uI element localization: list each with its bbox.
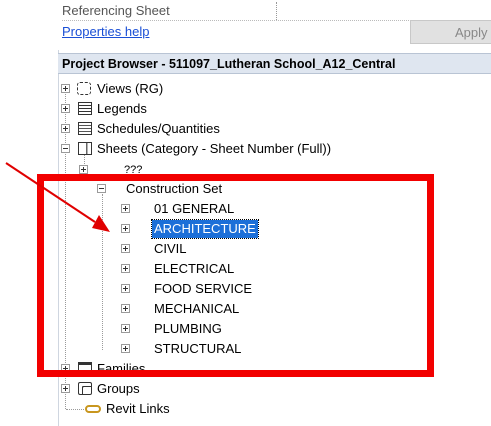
expand-icon[interactable] <box>121 304 130 313</box>
tree-connector <box>102 194 103 350</box>
tree-item-category[interactable]: STRUCTURAL <box>121 339 321 359</box>
tree-label-schedules: Schedules/Quantities <box>97 121 220 136</box>
collapse-icon[interactable] <box>61 144 70 153</box>
tree-item-views[interactable]: Views (RG) <box>61 79 361 99</box>
tree-item-category-selected[interactable]: ARCHITECTURE <box>121 219 321 239</box>
properties-help-link[interactable]: Properties help <box>62 24 149 40</box>
sheet-icon <box>78 142 92 155</box>
expand-icon[interactable] <box>79 165 88 174</box>
expand-icon[interactable] <box>121 284 130 293</box>
link-icon <box>85 405 101 413</box>
tree-label-category: MECHANICAL <box>154 301 240 316</box>
tree-label-sheets: Sheets (Category - Sheet Number (Full)) <box>97 141 332 156</box>
tree-item-category[interactable]: CIVIL <box>121 239 321 259</box>
collapse-icon[interactable] <box>97 184 106 193</box>
apply-button[interactable]: Apply <box>410 20 491 44</box>
tree-label-category: CIVIL <box>154 241 187 256</box>
tree-label-views: Views (RG) <box>97 81 164 96</box>
legend-icon <box>78 102 92 115</box>
expand-icon[interactable] <box>121 344 130 353</box>
tree-label-category: ELECTRICAL <box>154 261 235 276</box>
expand-icon[interactable] <box>121 244 130 253</box>
tree-item-schedules[interactable]: Schedules/Quantities <box>61 119 361 139</box>
tree-item-groups[interactable]: Groups <box>61 379 361 399</box>
tree-item-construction-set[interactable]: Construction Set <box>97 179 297 199</box>
expand-icon[interactable] <box>61 104 70 113</box>
expand-icon[interactable] <box>121 204 130 213</box>
tree-item-category[interactable]: FOOD SERVICE <box>121 279 321 299</box>
groups-icon <box>78 382 92 395</box>
expand-icon[interactable] <box>61 124 70 133</box>
tree-label-families: Families <box>97 361 146 376</box>
families-icon <box>78 362 92 375</box>
expand-icon[interactable] <box>121 224 130 233</box>
tree-label-category: FOOD SERVICE <box>154 281 253 296</box>
tree-label-category: ARCHITECTURE <box>151 219 259 239</box>
views-icon <box>77 82 91 95</box>
schedule-icon <box>78 122 92 135</box>
tree-item-unknown[interactable]: ??? <box>79 160 179 180</box>
tree-item-category[interactable]: ELECTRICAL <box>121 259 321 279</box>
tree-label-category: STRUCTURAL <box>154 341 242 356</box>
expand-icon[interactable] <box>121 324 130 333</box>
tree-item-category[interactable]: MECHANICAL <box>121 299 321 319</box>
tree-item-families[interactable]: Families <box>61 359 361 379</box>
expand-icon[interactable] <box>61 364 70 373</box>
tree-label-category: 01 GENERAL <box>154 201 235 216</box>
tree-label-groups: Groups <box>97 381 140 396</box>
tree-label-category: PLUMBING <box>154 321 222 336</box>
tree-label-legends: Legends <box>97 101 147 116</box>
referencing-sheet-row: Referencing Sheet <box>62 2 491 21</box>
tree-label-unknown: ??? <box>124 164 143 176</box>
expand-icon[interactable] <box>121 264 130 273</box>
referencing-sheet-label: Referencing Sheet <box>62 3 170 18</box>
tree-item-sheets[interactable]: Sheets (Category - Sheet Number (Full)) <box>61 139 361 159</box>
expand-icon[interactable] <box>61 84 70 93</box>
tree-label-revit-links: Revit Links <box>106 401 170 416</box>
project-browser-title: Project Browser - 511097_Lutheran School… <box>58 53 491 74</box>
expand-icon[interactable] <box>61 384 70 393</box>
tree-item-legends[interactable]: Legends <box>61 99 361 119</box>
tree-item-category[interactable]: PLUMBING <box>121 319 321 339</box>
referencing-sheet-value-cell[interactable] <box>276 2 277 20</box>
tree-item-revit-links[interactable]: Revit Links <box>61 399 361 419</box>
tree-label-construction-set: Construction Set <box>126 181 223 196</box>
tree-item-category[interactable]: 01 GENERAL <box>121 199 321 219</box>
